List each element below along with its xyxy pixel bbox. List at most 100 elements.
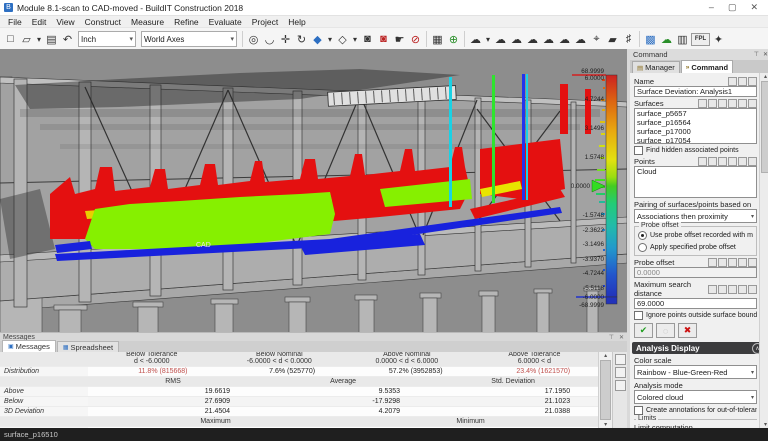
pin-icon[interactable]: ⊤ — [609, 334, 614, 341]
menu-evaluate[interactable]: Evaluate — [209, 17, 242, 27]
tab-manager[interactable]: ▤ Manager — [632, 61, 680, 73]
messages-scrollbar[interactable]: ▴ ▾ — [598, 352, 613, 428]
field-mini-button[interactable] — [718, 284, 727, 294]
minimize-button[interactable]: – — [709, 2, 714, 13]
list-item[interactable]: surface_p16564 — [635, 118, 756, 127]
screen-icon[interactable]: ▦ — [430, 31, 445, 48]
grab-hand-icon[interactable]: ☛ — [392, 31, 407, 48]
target-star-icon[interactable]: ⌖ — [589, 31, 604, 48]
list-item[interactable]: Cloud — [635, 167, 756, 176]
list-mini-button[interactable] — [738, 157, 747, 166]
probe-offset-input[interactable] — [634, 267, 757, 278]
field-mini-button[interactable] — [728, 258, 737, 267]
tab-command[interactable]: » Command — [680, 60, 734, 73]
probe-specified-radio[interactable] — [638, 243, 647, 252]
camera-add-icon[interactable]: ◙ — [360, 31, 375, 48]
fpl-icon[interactable]: FPL — [691, 32, 710, 46]
list-mini-button[interactable] — [698, 157, 707, 166]
new-document-icon[interactable]: □ — [3, 31, 18, 48]
list-mini-button[interactable] — [718, 99, 727, 108]
close-icon[interactable]: ✕ — [619, 334, 624, 341]
coordinate-system-dropdown[interactable]: World Axes ▾ — [141, 31, 237, 47]
menu-view[interactable]: View — [56, 17, 74, 27]
scroll-down-icon[interactable]: ▾ — [604, 421, 607, 428]
pairing-dropdown[interactable]: Associations then proximity ▾ — [634, 209, 757, 223]
map-copy-icon[interactable]: ▥ — [675, 31, 690, 48]
color-scale-dropdown[interactable]: Rainbow - Blue-Green-Red ▾ — [634, 365, 757, 379]
clear-button[interactable] — [614, 380, 626, 391]
field-mini-button[interactable] — [728, 77, 737, 86]
list-item[interactable]: surface_p5657 — [635, 109, 756, 118]
polygon-star-icon[interactable]: ▰ — [605, 31, 620, 48]
zoom-select-icon[interactable]: ◎ — [246, 31, 261, 48]
cloud-extract-icon[interactable]: ☁ — [525, 31, 540, 48]
view-cube-dropdown-icon[interactable]: ▾ — [326, 31, 334, 48]
analysis-mode-dropdown[interactable]: Colored cloud ▾ — [634, 390, 757, 404]
menu-edit[interactable]: Edit — [32, 17, 47, 27]
list-mini-button[interactable] — [718, 157, 727, 166]
list-item[interactable]: surface_p17054 — [635, 136, 756, 143]
menu-construct[interactable]: Construct — [85, 17, 121, 27]
find-hidden-checkbox[interactable] — [634, 146, 643, 155]
field-mini-button[interactable] — [748, 284, 757, 294]
list-mini-button[interactable] — [728, 157, 737, 166]
list-mini-button[interactable] — [708, 157, 717, 166]
probe-recorded-radio[interactable] — [638, 231, 647, 240]
analysis-display-header[interactable]: Analysis Display ∧ — [632, 342, 767, 354]
list-mini-button[interactable] — [738, 99, 747, 108]
menu-refine[interactable]: Refine — [174, 17, 199, 27]
field-mini-button[interactable] — [738, 77, 747, 86]
tab-messages[interactable]: ▣ Messages — [2, 340, 56, 352]
open-dropdown-icon[interactable]: ▾ — [35, 31, 43, 48]
map-colored-icon[interactable]: ▩ — [643, 31, 658, 48]
maximize-button[interactable]: ▢ — [728, 2, 737, 13]
scroll-up-icon[interactable]: ▴ — [604, 352, 607, 359]
field-mini-button[interactable] — [728, 284, 737, 294]
field-mini-button[interactable] — [738, 284, 747, 294]
cloud-align-icon[interactable]: ☁ — [493, 31, 508, 48]
cloud-label-icon[interactable]: ☁ — [573, 31, 588, 48]
save-icon[interactable]: ▤ — [44, 31, 59, 48]
key-target-icon[interactable]: ✦ — [711, 31, 726, 48]
cloud-icon[interactable]: ☁ — [468, 31, 483, 48]
scroll-down-icon[interactable]: ▾ — [764, 421, 767, 428]
ignore-outside-checkbox[interactable] — [634, 311, 643, 320]
wireframe-dropdown-icon[interactable]: ▾ — [351, 31, 359, 48]
viewport-3d[interactable]: CAD 68.9999 6.0000 4.7244 3.1496 1.5748 … — [0, 49, 627, 332]
list-mini-button[interactable] — [698, 99, 707, 108]
field-mini-button[interactable] — [718, 258, 727, 267]
scroll-up-icon[interactable]: ▴ — [764, 73, 767, 80]
menu-file[interactable]: File — [8, 17, 22, 27]
goto-target-icon[interactable]: ⊕ — [446, 31, 461, 48]
scrollbar-thumb[interactable] — [761, 81, 768, 173]
list-mini-button[interactable] — [748, 157, 757, 166]
undo-icon[interactable]: ↶ — [60, 31, 75, 48]
cloud-dropdown-icon[interactable]: ▾ — [484, 31, 492, 48]
menu-measure[interactable]: Measure — [131, 17, 164, 27]
cloud-subtract-icon[interactable]: ☁ — [541, 31, 556, 48]
preview-button[interactable]: ◌ — [656, 323, 675, 338]
open-icon[interactable]: ▱ — [19, 31, 34, 48]
wireframe-cube-icon[interactable]: ◇ — [335, 31, 350, 48]
surfaces-list[interactable]: surface_p5657 surface_p16564 surface_p17… — [634, 108, 757, 144]
unit-dropdown[interactable]: Inch ▾ — [78, 31, 136, 47]
name-input[interactable] — [634, 86, 757, 97]
pin-icon[interactable]: ⊤ — [754, 51, 759, 58]
rotate-icon[interactable]: ↻ — [294, 31, 309, 48]
float-panel-button[interactable] — [614, 354, 626, 365]
lasso-select-icon[interactable]: ◡ — [262, 31, 277, 48]
field-mini-button[interactable] — [708, 284, 717, 294]
pan-icon[interactable]: ✛ — [278, 31, 293, 48]
field-mini-button[interactable] — [738, 258, 747, 267]
map-cloud-icon[interactable]: ☁ — [659, 31, 674, 48]
max-search-distance-input[interactable] — [634, 298, 757, 309]
comb-icon[interactable]: ♯ — [621, 31, 636, 48]
tab-spreadsheet[interactable]: ▦ Spreadsheet — [56, 341, 120, 352]
list-item[interactable]: surface_p17000 — [635, 127, 756, 136]
camera-capture-icon[interactable]: ◙ — [376, 31, 391, 48]
field-mini-button[interactable] — [748, 258, 757, 267]
points-list[interactable]: Cloud — [634, 166, 757, 198]
list-mini-button[interactable] — [708, 99, 717, 108]
cancel-button[interactable]: ✖ — [678, 323, 697, 338]
menu-help[interactable]: Help — [288, 17, 305, 27]
